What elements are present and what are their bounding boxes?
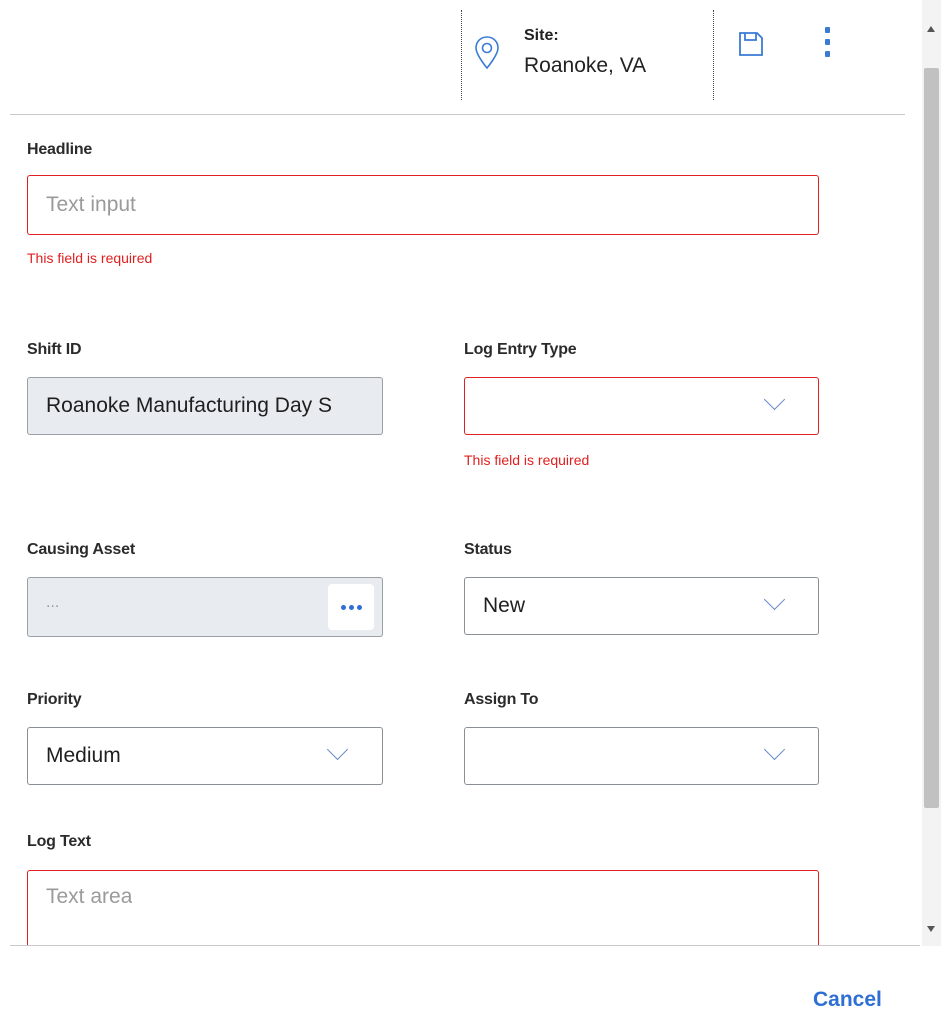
chevron-down-icon xyxy=(763,388,786,411)
chevron-down-icon xyxy=(326,738,349,761)
status-select[interactable]: New xyxy=(464,577,819,635)
header-bar: Site: Roanoke, VA xyxy=(0,0,905,114)
header-divider-line xyxy=(10,114,905,115)
header-divider xyxy=(713,10,714,100)
vertical-scrollbar[interactable] xyxy=(922,0,941,946)
cancel-button[interactable]: Cancel xyxy=(813,988,882,1012)
footer-bar xyxy=(0,946,941,1017)
causing-asset-label: Causing Asset xyxy=(27,541,135,558)
log-entry-type-label: Log Entry Type xyxy=(464,341,577,358)
priority-label: Priority xyxy=(27,691,82,708)
save-icon[interactable] xyxy=(737,30,765,58)
scroll-up-icon[interactable] xyxy=(927,26,935,32)
ellipsis-icon-dot xyxy=(348,604,354,610)
status-label: Status xyxy=(464,541,512,558)
priority-select[interactable]: Medium xyxy=(27,727,383,785)
scroll-down-icon[interactable] xyxy=(927,926,935,932)
ellipsis-icon xyxy=(340,604,346,610)
log-text-label: Log Text xyxy=(27,833,91,850)
site-value: Roanoke, VA xyxy=(524,54,647,77)
assign-to-label: Assign To xyxy=(464,691,539,708)
log-entry-type-error: This field is required xyxy=(464,452,590,468)
headline-placeholder: Text input xyxy=(46,193,136,216)
log-text-placeholder: Text area xyxy=(46,885,133,908)
shift-id-value: Roanoke Manufacturing Day S xyxy=(46,394,332,417)
chevron-down-icon xyxy=(763,738,786,761)
shift-id-field: Roanoke Manufacturing Day S xyxy=(27,377,383,435)
location-pin-icon xyxy=(475,36,499,70)
scroll-thumb[interactable] xyxy=(924,68,939,808)
priority-value: Medium xyxy=(46,744,121,767)
log-entry-type-select[interactable] xyxy=(464,377,819,435)
header-divider xyxy=(461,10,462,100)
causing-asset-value: ... xyxy=(46,594,60,611)
ellipsis-icon-dot xyxy=(356,604,362,610)
assign-to-select[interactable] xyxy=(464,727,819,785)
footer-divider xyxy=(10,945,920,946)
headline-input[interactable]: Text input xyxy=(27,175,819,235)
headline-label: Headline xyxy=(27,141,93,158)
chevron-down-icon xyxy=(763,588,786,611)
status-value: New xyxy=(483,594,526,617)
causing-asset-picker-button[interactable] xyxy=(328,584,374,630)
site-label: Site: xyxy=(524,27,559,44)
causing-asset-field: ... xyxy=(27,577,383,637)
shift-id-label: Shift ID xyxy=(27,341,82,358)
headline-error: This field is required xyxy=(27,250,153,266)
more-vertical-icon[interactable] xyxy=(818,26,838,60)
